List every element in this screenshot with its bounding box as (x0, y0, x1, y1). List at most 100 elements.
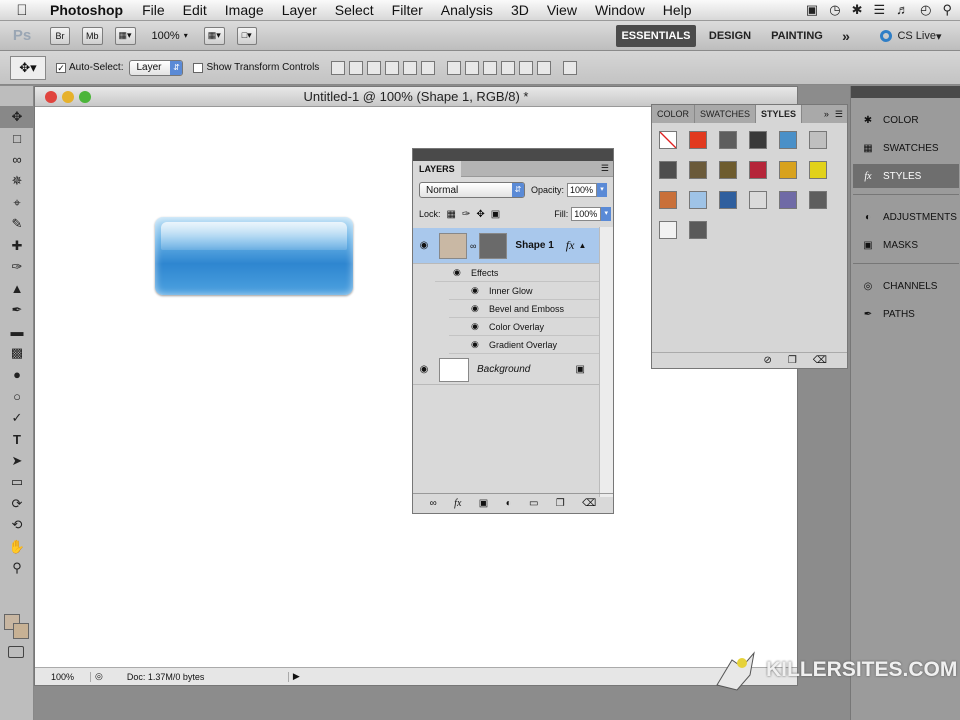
view-extras-button[interactable]: ▦▾ (114, 26, 136, 45)
distribute-top-icon[interactable] (447, 60, 462, 75)
status-zoom-field[interactable]: 100% (35, 671, 91, 682)
align-hcenter-icon[interactable] (403, 60, 418, 75)
spotlight-search-icon[interactable]: ⚲ (942, 2, 952, 18)
effects-group-row[interactable]: ◉ Effects (435, 264, 599, 282)
effect-visibility-eye-icon[interactable]: ◉ (471, 339, 485, 350)
eraser-tool-icon[interactable]: ▬ (0, 321, 34, 343)
hand-tool-icon[interactable]: ✋ (0, 536, 34, 558)
align-vcenter-icon[interactable] (349, 60, 364, 75)
3d-orbit-tool-icon[interactable]: ⟲ (0, 515, 34, 537)
zoom-level-select[interactable]: 100% (152, 30, 180, 42)
clock-icon[interactable]: ◴ (920, 2, 931, 18)
glossy-button-shape[interactable] (155, 217, 353, 295)
style-swatch[interactable] (659, 161, 677, 179)
opacity-dropdown-icon[interactable]: ▾ (597, 183, 608, 197)
new-group-icon[interactable]: ▭ (529, 498, 538, 509)
time-machine-icon[interactable]: ◷ (829, 2, 840, 18)
status-menu-arrow-icon[interactable]: ▶ (293, 671, 300, 682)
workspace-essentials-button[interactable]: ESSENTIALS (616, 25, 696, 47)
effect-row-gradient-overlay[interactable]: ◉ Gradient Overlay (449, 336, 599, 354)
add-layer-style-icon[interactable]: fx (454, 498, 461, 509)
fill-field[interactable]: 100% (571, 207, 602, 221)
zoom-dropdown-icon[interactable]: ▾ (184, 31, 188, 40)
pen-tool-icon[interactable]: ✓ (0, 407, 34, 429)
distribute-right-icon[interactable] (537, 60, 552, 75)
effect-visibility-eye-icon[interactable]: ◉ (471, 303, 485, 314)
style-swatch[interactable] (689, 221, 707, 239)
menu-view[interactable]: View (538, 2, 586, 18)
brush-tool-icon[interactable]: ✑ (0, 257, 34, 279)
dock-channels[interactable]: ◎ CHANNELS (853, 274, 959, 298)
launch-mini-bridge-button[interactable]: Mb (82, 26, 103, 45)
effects-visibility-eye-icon[interactable]: ◉ (453, 267, 467, 278)
tab-layers[interactable]: LAYERS (413, 160, 461, 177)
screen-mode-button[interactable]: □▾ (236, 26, 257, 45)
blur-tool-icon[interactable]: ● (0, 364, 34, 386)
link-layers-icon[interactable]: ∞ (430, 498, 437, 509)
align-left-icon[interactable] (385, 60, 400, 75)
effect-row-inner-glow[interactable]: ◉ Inner Glow (449, 282, 599, 300)
background-color-swatch[interactable] (13, 623, 29, 639)
menu-select[interactable]: Select (326, 2, 383, 18)
launch-bridge-button[interactable]: Br (50, 26, 70, 45)
cs-live-button[interactable]: CS Live ▾ (870, 25, 952, 47)
style-swatch[interactable] (749, 131, 767, 149)
camera-icon[interactable]: ▣ (806, 2, 818, 18)
lock-all-icon[interactable]: ▣ (491, 209, 500, 220)
new-adjustment-layer-icon[interactable]: ◐ (506, 498, 512, 509)
delete-style-icon[interactable]: ⌫ (813, 355, 827, 366)
align-bottom-icon[interactable] (367, 60, 382, 75)
auto-align-layers-icon[interactable] (563, 60, 578, 75)
quick-mask-icon[interactable] (8, 646, 24, 658)
style-swatch[interactable] (809, 161, 827, 179)
tab-styles[interactable]: STYLES (756, 105, 803, 123)
distribute-vcenter-icon[interactable] (465, 60, 480, 75)
panel-menu-icon[interactable]: ☰ (835, 105, 847, 123)
dodge-tool-icon[interactable]: ○ (0, 386, 34, 408)
menu-help[interactable]: Help (654, 2, 701, 18)
lock-image-icon[interactable]: ✑ (462, 209, 470, 220)
lock-transparent-icon[interactable]: ▦ (447, 209, 456, 220)
collapse-effects-icon[interactable]: ▲ (578, 241, 586, 250)
menu-3d[interactable]: 3D (502, 2, 538, 18)
wifi-icon[interactable]: ☰ (873, 2, 885, 18)
new-style-icon[interactable]: ❐ (788, 355, 797, 366)
app-menu[interactable]: Photoshop (44, 2, 133, 18)
dock-color[interactable]: ✱ COLOR (853, 108, 959, 132)
style-swatch[interactable] (659, 221, 677, 239)
dock-swatches[interactable]: ▦ SWATCHES (853, 136, 959, 160)
dock-styles[interactable]: fx STYLES (853, 164, 959, 188)
dock-adjustments[interactable]: ◐ ADJUSTMENTS (853, 205, 959, 229)
menu-filter[interactable]: Filter (383, 2, 432, 18)
collapse-panel-icon[interactable]: » (818, 105, 835, 123)
layer-row-shape-1[interactable]: ◉ ∞ Shape 1 fx ▲ (413, 228, 599, 264)
visibility-eye-icon[interactable]: ◉ (413, 364, 435, 375)
type-tool-icon[interactable]: T (0, 429, 34, 451)
show-transform-controls-checkbox[interactable]: Show Transform Controls (193, 62, 319, 73)
style-swatch[interactable] (689, 191, 707, 209)
menu-analysis[interactable]: Analysis (432, 2, 502, 18)
style-swatch[interactable] (779, 191, 797, 209)
effect-visibility-eye-icon[interactable]: ◉ (471, 321, 485, 332)
apple-menu-icon[interactable]:  (0, 2, 44, 19)
style-swatch[interactable] (659, 131, 677, 149)
eyedropper-tool-icon[interactable]: ✎ (0, 214, 34, 236)
distribute-bottom-icon[interactable] (483, 60, 498, 75)
move-tool-preset-picker[interactable]: ✥▾ (10, 55, 46, 80)
menu-file[interactable]: File (133, 2, 174, 18)
style-swatch[interactable] (719, 131, 737, 149)
style-swatch[interactable] (779, 161, 797, 179)
more-workspaces-button[interactable]: » (836, 25, 856, 47)
3d-rotate-tool-icon[interactable]: ⟳ (0, 493, 34, 515)
bluetooth-icon[interactable]: ✱ (852, 2, 863, 18)
distribute-left-icon[interactable] (501, 60, 516, 75)
clear-style-icon[interactable]: ⊘ (764, 355, 772, 366)
align-right-icon[interactable] (421, 60, 436, 75)
zoom-tool-icon[interactable]: ⚲ (0, 558, 34, 580)
lasso-tool-icon[interactable]: ∞ (0, 149, 34, 171)
gradient-tool-icon[interactable]: ▩ (0, 343, 34, 365)
clone-stamp-tool-icon[interactable]: ▲ (0, 278, 34, 300)
history-brush-tool-icon[interactable]: ✒ (0, 300, 34, 322)
menu-image[interactable]: Image (216, 2, 273, 18)
new-layer-icon[interactable]: ❐ (556, 498, 565, 509)
